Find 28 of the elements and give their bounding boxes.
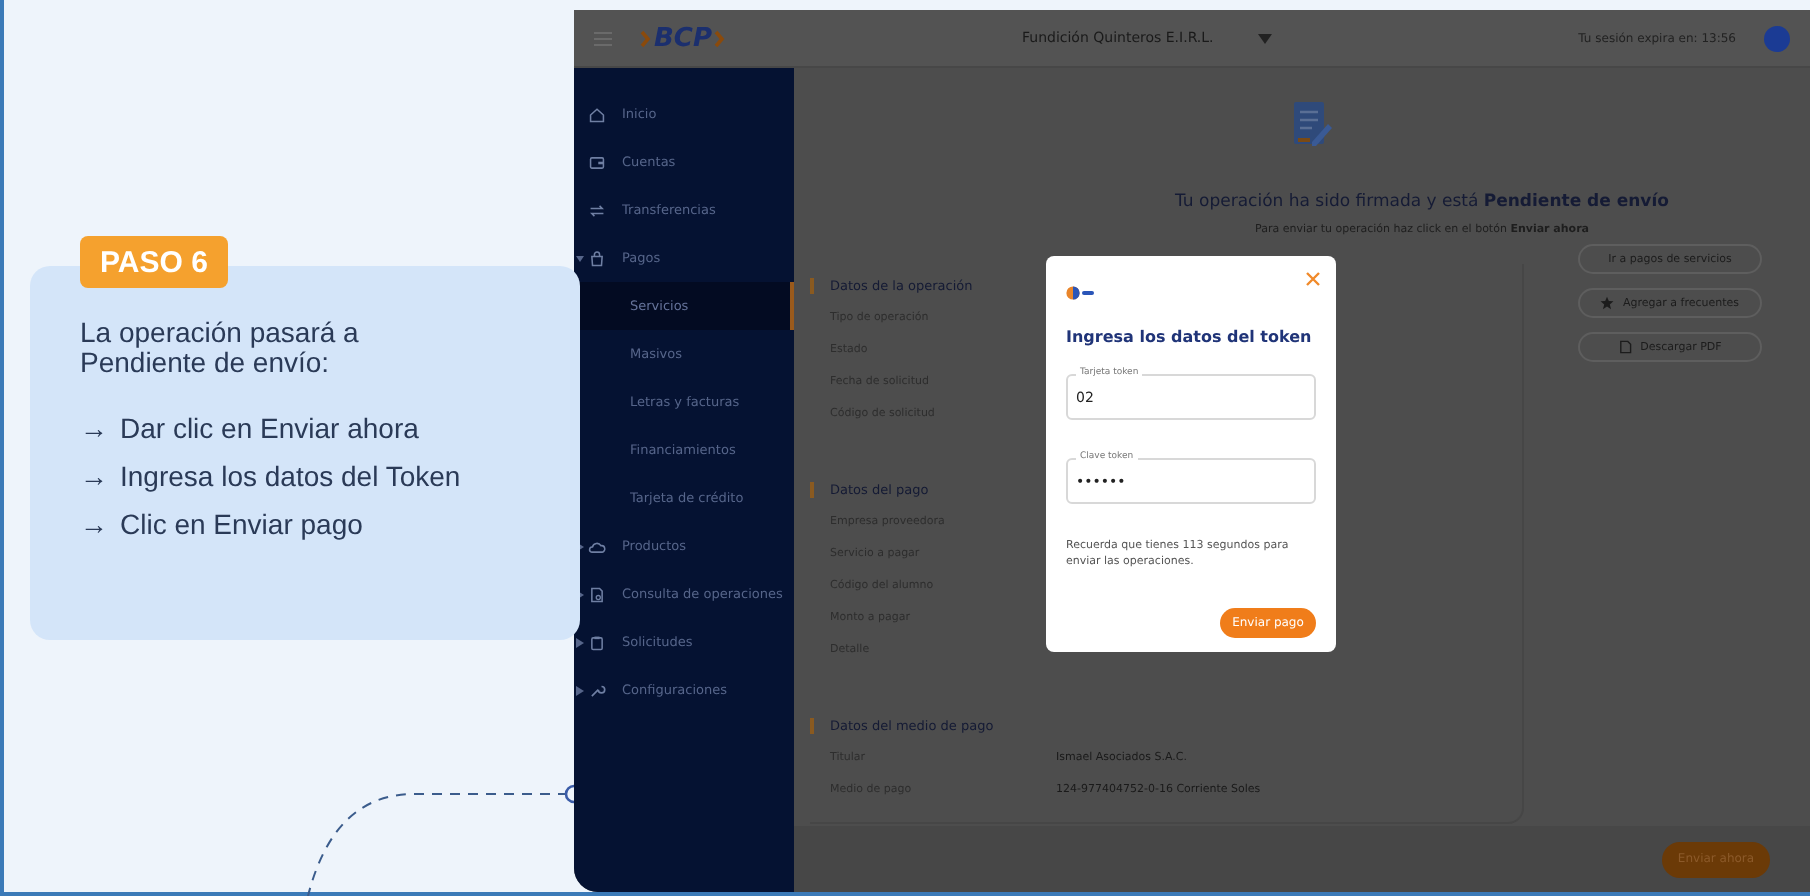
caret-icon[interactable] bbox=[1257, 33, 1272, 43]
step-description: La operación pasará a Pendiente de envío: bbox=[80, 318, 361, 378]
chevron-icon bbox=[576, 637, 584, 647]
document-icon bbox=[1618, 340, 1633, 354]
document-search-icon bbox=[588, 585, 606, 603]
clipboard-icon bbox=[588, 633, 606, 651]
step-item: → Clic en Enviar pago bbox=[80, 506, 365, 544]
logo[interactable]: BCP bbox=[640, 23, 726, 53]
home-icon bbox=[588, 105, 606, 123]
chevron-icon bbox=[576, 253, 584, 263]
star-icon bbox=[1600, 296, 1615, 310]
user-avatar[interactable] bbox=[1764, 25, 1790, 51]
transfer-icon bbox=[588, 201, 606, 219]
close-icon[interactable] bbox=[1306, 272, 1320, 286]
wrench-icon bbox=[588, 681, 606, 699]
step-item: → Dar clic en Enviar ahora bbox=[80, 410, 421, 448]
dialog-title: Ingresa los datos del token bbox=[1066, 328, 1314, 346]
status-title: Tu operación ha sido firmada y está Pendiente de envío bbox=[1175, 192, 1669, 212]
chevron-icon bbox=[576, 589, 584, 599]
document-edit-icon bbox=[1292, 100, 1332, 152]
step-badge: PASO 6 bbox=[80, 236, 228, 288]
wallet-icon bbox=[588, 153, 606, 171]
chevron-icon bbox=[576, 685, 584, 695]
bag-icon bbox=[588, 249, 606, 267]
token-device-icon bbox=[1066, 286, 1094, 300]
step-item: → Ingresa los datos del Token bbox=[80, 458, 463, 496]
cloud-icon bbox=[588, 537, 606, 555]
chevron-icon bbox=[576, 541, 584, 551]
